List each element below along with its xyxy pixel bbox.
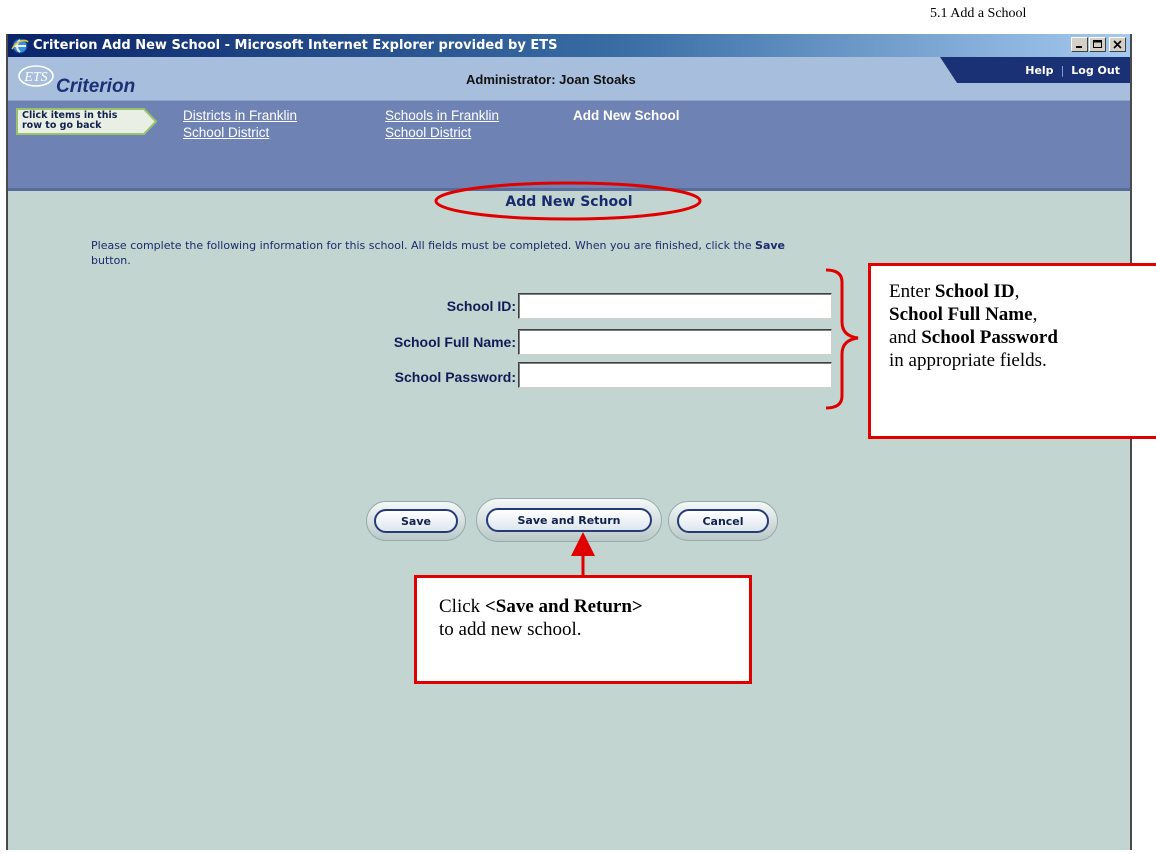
maximize-icon[interactable]: [1089, 37, 1106, 52]
window-title: Criterion Add New School - Microsoft Int…: [33, 38, 558, 53]
divider: [8, 188, 1130, 191]
breadcrumb-current: Add New School: [573, 108, 680, 123]
breadcrumb-schools-link[interactable]: Schools in Franklin School District: [385, 107, 499, 141]
back-hint-line2: row to go back: [22, 120, 102, 131]
page-title: Add New School: [505, 194, 633, 210]
school-password-input[interactable]: [518, 362, 832, 388]
save-button[interactable]: Save: [366, 501, 466, 541]
cancel-button[interactable]: Cancel: [668, 501, 778, 541]
title-bar: Criterion Add New School - Microsoft Int…: [8, 34, 1130, 57]
separator: |: [1060, 63, 1065, 77]
school-id-input[interactable]: [518, 293, 832, 319]
logo-mark: ETS: [23, 70, 47, 85]
school-full-name-label: School Full Name:: [393, 334, 516, 350]
fields-callout: Enter School ID, School Full Name, and S…: [868, 263, 1156, 439]
breadcrumb-districts-link[interactable]: Districts in Franklin School District: [183, 107, 297, 141]
logout-link[interactable]: Log Out: [1071, 64, 1120, 77]
school-id-label: School ID:: [446, 298, 516, 314]
page-caption: 5.1 Add a School: [930, 6, 1027, 21]
school-full-name-input[interactable]: [518, 329, 832, 355]
cancel-button-label: Cancel: [677, 509, 769, 533]
criterion-logo: ETS Criterion: [18, 65, 135, 97]
save-and-return-callout: Click <Save and Return> to add new schoo…: [414, 575, 752, 684]
administrator-label: Administrator: Joan Stoaks: [466, 72, 636, 87]
save-button-label: Save: [374, 509, 458, 533]
logo-text: Criterion: [56, 76, 135, 97]
breadcrumb: Click items in this row to go back Distr…: [8, 101, 1130, 189]
app-header: ETS Criterion Administrator: Joan Stoaks…: [8, 57, 1130, 101]
browser-window: Criterion Add New School - Microsoft Int…: [6, 34, 1132, 850]
help-logout-tab: Help | Log Out: [940, 57, 1130, 83]
help-link[interactable]: Help: [1025, 64, 1053, 77]
save-and-return-button[interactable]: Save and Return: [476, 498, 662, 542]
instructions-save-word: Save: [755, 239, 786, 252]
minimize-icon[interactable]: [1071, 37, 1088, 52]
window-controls: [1070, 37, 1126, 52]
close-icon[interactable]: [1109, 37, 1126, 52]
ie-icon: [11, 38, 29, 53]
school-password-label: School Password:: [394, 369, 516, 385]
save-and-return-button-label: Save and Return: [486, 508, 652, 532]
